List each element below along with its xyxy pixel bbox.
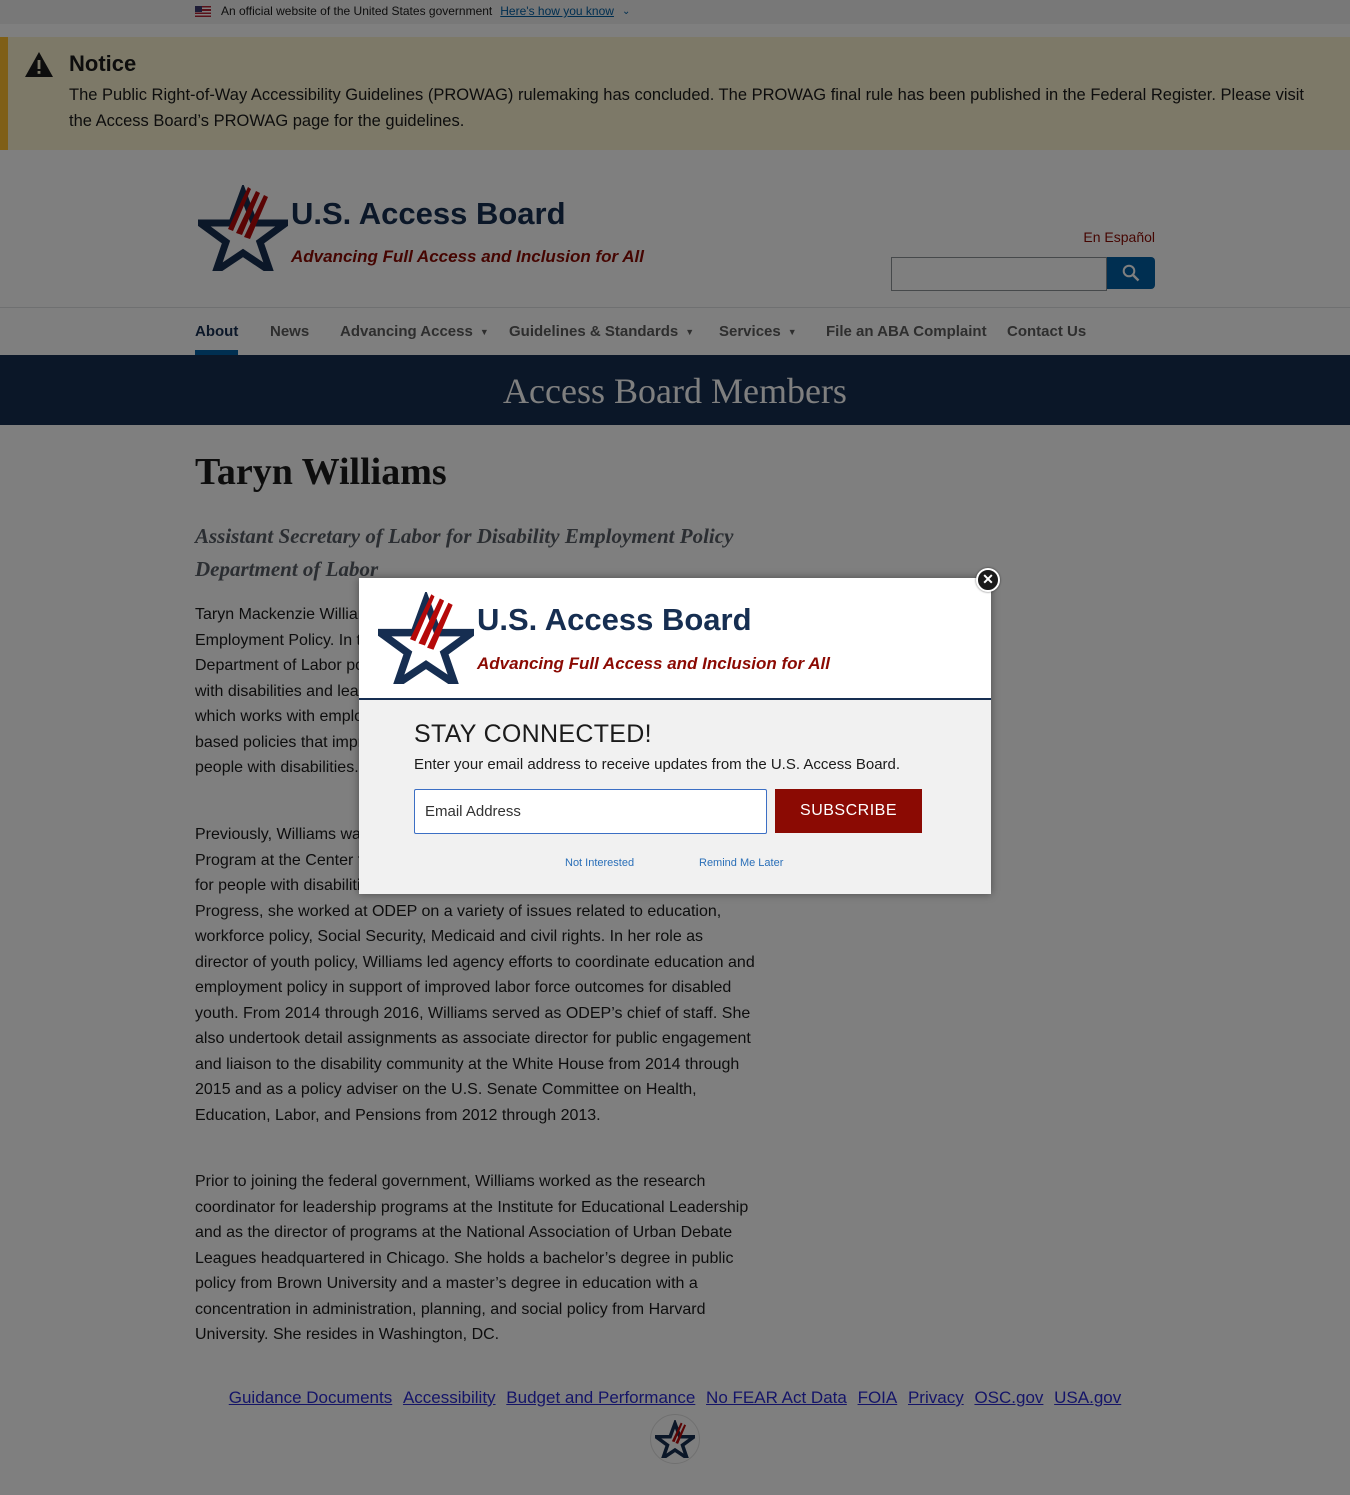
subscribe-modal: U.S. Access Board Advancing Full Access … [359,578,991,894]
remind-later-link[interactable]: Remind Me Later [699,857,783,869]
close-icon[interactable]: ✕ [976,568,1000,592]
modal-site-title: U.S. Access Board [477,602,752,637]
subscribe-button[interactable]: SUBSCRIBE [775,789,922,833]
email-field[interactable] [414,789,767,834]
modal-header: U.S. Access Board Advancing Full Access … [359,578,991,700]
stay-connected-subtext: Enter your email address to receive upda… [414,756,901,773]
stay-connected-heading: STAY CONNECTED! [414,720,652,748]
modal-tagline: Advancing Full Access and Inclusion for … [477,654,830,673]
not-interested-link[interactable]: Not Interested [565,857,634,869]
access-board-logo-icon [378,592,474,684]
